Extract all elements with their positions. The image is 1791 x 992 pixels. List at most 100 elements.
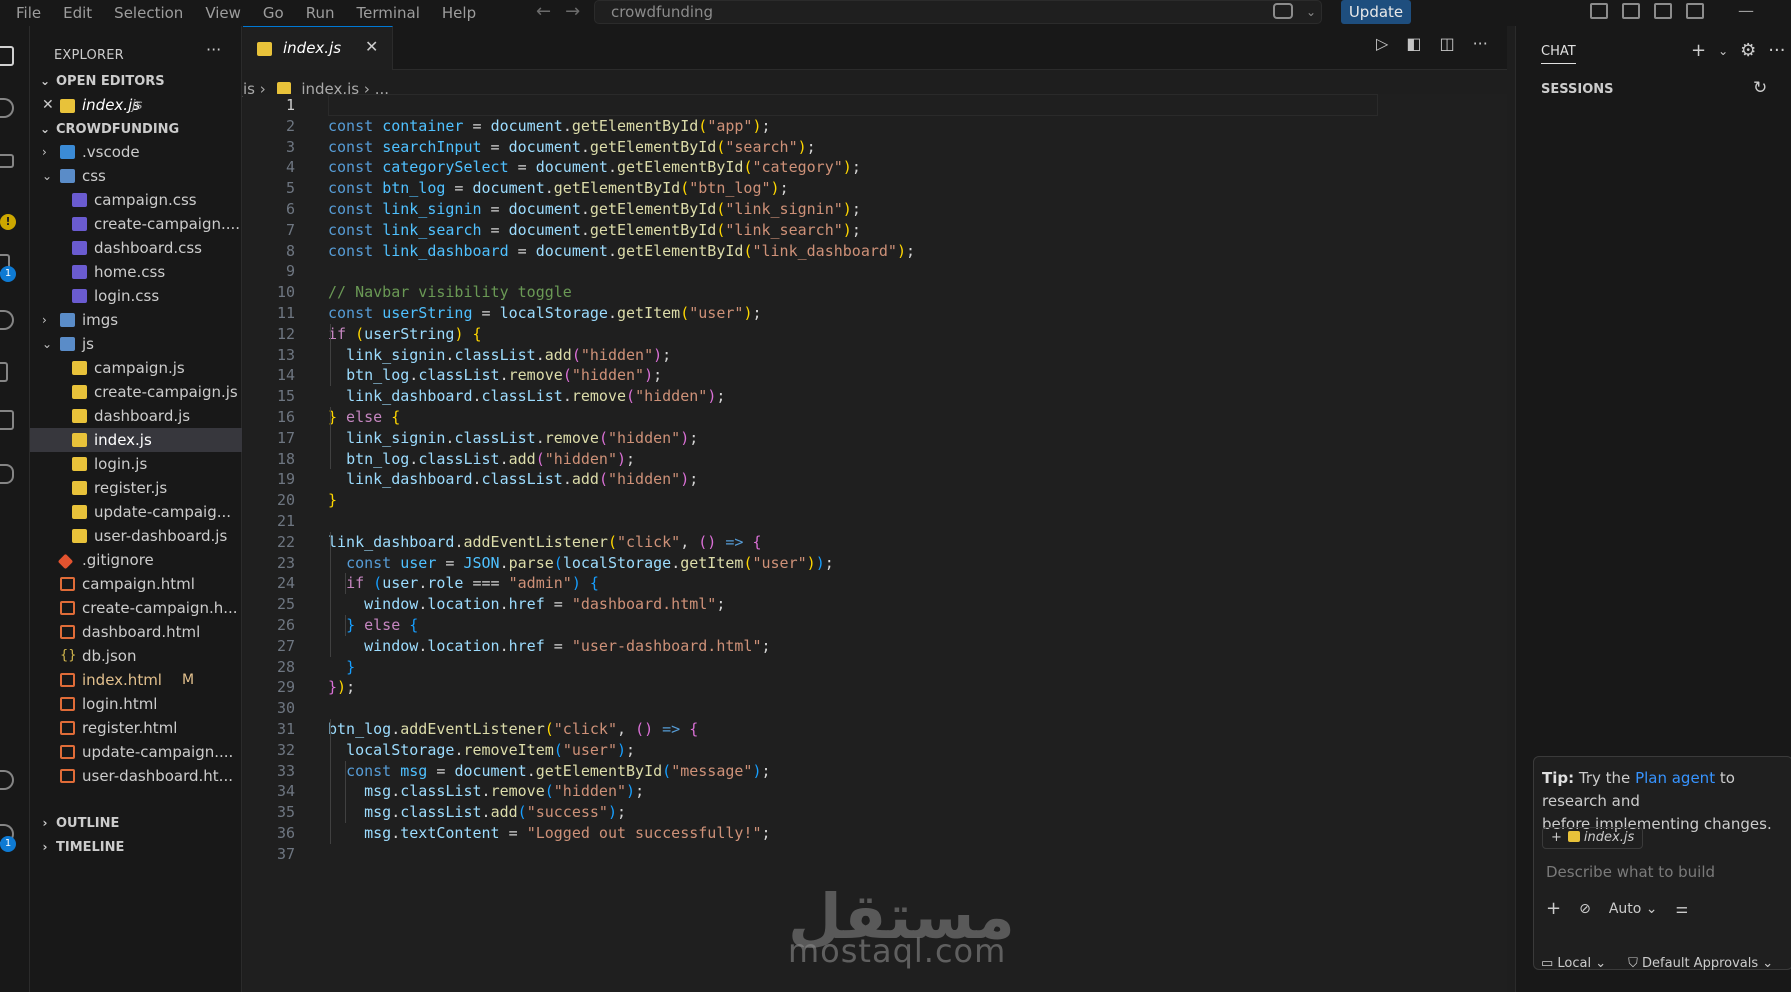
tree-file[interactable]: login.css <box>30 284 242 308</box>
tree-file[interactable]: register.js <box>30 476 242 500</box>
tree-file[interactable]: home.css <box>30 260 242 284</box>
plan-agent-link[interactable]: Plan agent <box>1635 769 1715 787</box>
more-actions-icon[interactable]: ··· <box>1768 40 1785 62</box>
back-arrow-icon[interactable]: ← <box>536 1 551 22</box>
python-icon[interactable] <box>0 464 22 486</box>
add-context-icon[interactable]: + <box>1546 898 1561 919</box>
menu-help[interactable]: Help <box>442 0 476 26</box>
html-icon <box>60 721 75 735</box>
tree-folder[interactable]: ⌄ js <box>30 332 242 356</box>
more-actions-icon[interactable]: ··· <box>206 40 221 59</box>
timeline-section[interactable]: › TIMELINE <box>30 836 242 858</box>
tree-file[interactable]: index.js <box>30 428 242 452</box>
tree-folder[interactable]: › .vscode <box>30 140 242 164</box>
css-icon <box>72 265 87 279</box>
run-icon[interactable]: ▷ <box>1376 34 1388 53</box>
approvals-dropdown[interactable]: ⛉ Default Approvals ⌄ <box>1628 956 1773 971</box>
mode-dropdown[interactable]: Auto ⌄ <box>1609 901 1658 917</box>
toggle-panel-icon[interactable] <box>1654 3 1672 19</box>
code-token: parse <box>508 553 554 572</box>
more-actions-icon[interactable]: ··· <box>1473 34 1488 53</box>
local-dropdown[interactable]: ▭ Local ⌄ <box>1541 956 1606 971</box>
code-token: = <box>544 636 572 655</box>
split-editor-icon[interactable]: ◫ <box>1439 34 1454 53</box>
code-token: ; <box>761 636 771 655</box>
toggle-secondary-sidebar-icon[interactable] <box>1686 3 1704 19</box>
chat-input[interactable]: Describe what to build <box>1546 863 1715 881</box>
code-line: 22 link_dashboard.addEventListener("click… <box>243 532 1343 553</box>
code-token: ( <box>626 387 636 406</box>
menu-view[interactable]: View <box>205 0 241 26</box>
plus-icon[interactable]: + <box>1551 830 1562 845</box>
docker-icon[interactable] <box>0 410 22 432</box>
copilot-icon[interactable] <box>1273 3 1293 19</box>
search-icon[interactable] <box>0 98 22 120</box>
tree-file[interactable]: user-dashboard.js <box>30 524 242 548</box>
menu-edit[interactable]: Edit <box>63 0 92 26</box>
tree-file[interactable]: login.js <box>30 452 242 476</box>
menu-file[interactable]: File <box>16 0 41 26</box>
tree-file[interactable]: {} db.json <box>30 644 242 668</box>
menu-run[interactable]: Run <box>306 0 335 26</box>
menu-selection[interactable]: Selection <box>114 0 183 26</box>
tree-file[interactable]: create-campaign.js <box>30 380 242 404</box>
code-line: 27 window.location.href = "user-dashboar… <box>243 636 1343 657</box>
tree-file[interactable]: campaign.html <box>30 572 242 596</box>
tree-folder[interactable]: › imgs <box>30 308 242 332</box>
open-changes-icon[interactable]: ◧ <box>1406 34 1421 53</box>
context-chip[interactable]: + index.js <box>1542 827 1644 849</box>
forward-arrow-icon[interactable]: → <box>565 1 580 22</box>
line-number: 35 <box>276 803 295 822</box>
code-token: ( <box>553 553 563 572</box>
tree-file[interactable]: index.html M <box>30 668 242 692</box>
chat-title[interactable]: CHAT <box>1541 44 1576 64</box>
refresh-icon[interactable]: ↻ <box>1753 78 1767 98</box>
new-chat-icon[interactable]: + <box>1691 40 1706 62</box>
tree-file[interactable]: update-campaign.... <box>30 740 242 764</box>
settings-gear-icon[interactable]: ⚙ <box>1740 40 1756 62</box>
code-token: "category" <box>752 158 843 177</box>
tree-file[interactable]: login.html <box>30 692 242 716</box>
command-center-search[interactable]: crowdfunding <box>594 0 1322 24</box>
chevron-down-icon[interactable]: ⌄ <box>1718 40 1728 62</box>
menu-terminal[interactable]: Terminal <box>357 0 420 26</box>
code-token: . <box>580 137 590 156</box>
code-text: const link_signin = document.getElementB… <box>328 199 861 220</box>
tree-file[interactable]: campaign.css <box>30 188 242 212</box>
code-token: ( <box>535 449 545 468</box>
tools-icon[interactable]: ⊘ <box>1579 901 1591 917</box>
tree-file[interactable]: create-campaign.h... <box>30 596 242 620</box>
project-section[interactable]: ⌄ CROWDFUNDING <box>30 118 242 140</box>
tree-file[interactable]: campaign.js <box>30 356 242 380</box>
tab-index-js[interactable]: index.js ✕ <box>243 26 393 70</box>
chevron-down-icon[interactable]: ⌄ <box>1306 0 1316 24</box>
minimize-icon[interactable]: — <box>1738 0 1754 22</box>
open-editor-item[interactable]: ✕ index.js js <box>30 92 242 119</box>
explorer-icon[interactable] <box>0 46 22 68</box>
tree-file[interactable]: register.html <box>30 716 242 740</box>
tree-file[interactable]: dashboard.js <box>30 404 242 428</box>
code-token: } <box>346 657 356 676</box>
open-editors-section[interactable]: ⌄ OPEN EDITORS <box>30 70 242 92</box>
menu-go[interactable]: Go <box>263 0 284 26</box>
account-icon[interactable] <box>0 770 22 792</box>
close-tab-icon[interactable]: ✕ <box>365 37 378 56</box>
testing-icon[interactable] <box>0 362 22 384</box>
run-debug-icon[interactable] <box>0 310 22 332</box>
tree-file[interactable]: update-campaig... <box>30 500 242 524</box>
tree-file[interactable]: user-dashboard.ht... <box>30 764 242 788</box>
toggle-sidebar-icon[interactable] <box>1622 3 1640 19</box>
code-editor[interactable]: 1 2 const container = document.getElementB… <box>243 94 1751 992</box>
tree-folder[interactable]: ⌄ css <box>30 164 242 188</box>
source-control-icon[interactable] <box>0 150 22 172</box>
customize-layout-icon[interactable] <box>1590 3 1608 19</box>
tree-file[interactable]: .gitignore <box>30 548 242 572</box>
update-button[interactable]: Update <box>1341 0 1411 24</box>
tree-file[interactable]: dashboard.html <box>30 620 242 644</box>
configure-tools-icon[interactable]: ⚌ <box>1676 901 1689 917</box>
tree-file[interactable]: dashboard.css <box>30 236 242 260</box>
close-icon[interactable]: ✕ <box>42 92 54 119</box>
code-token: { <box>752 532 762 551</box>
tree-file[interactable]: create-campaign.... <box>30 212 242 236</box>
outline-section[interactable]: › OUTLINE <box>30 812 242 834</box>
